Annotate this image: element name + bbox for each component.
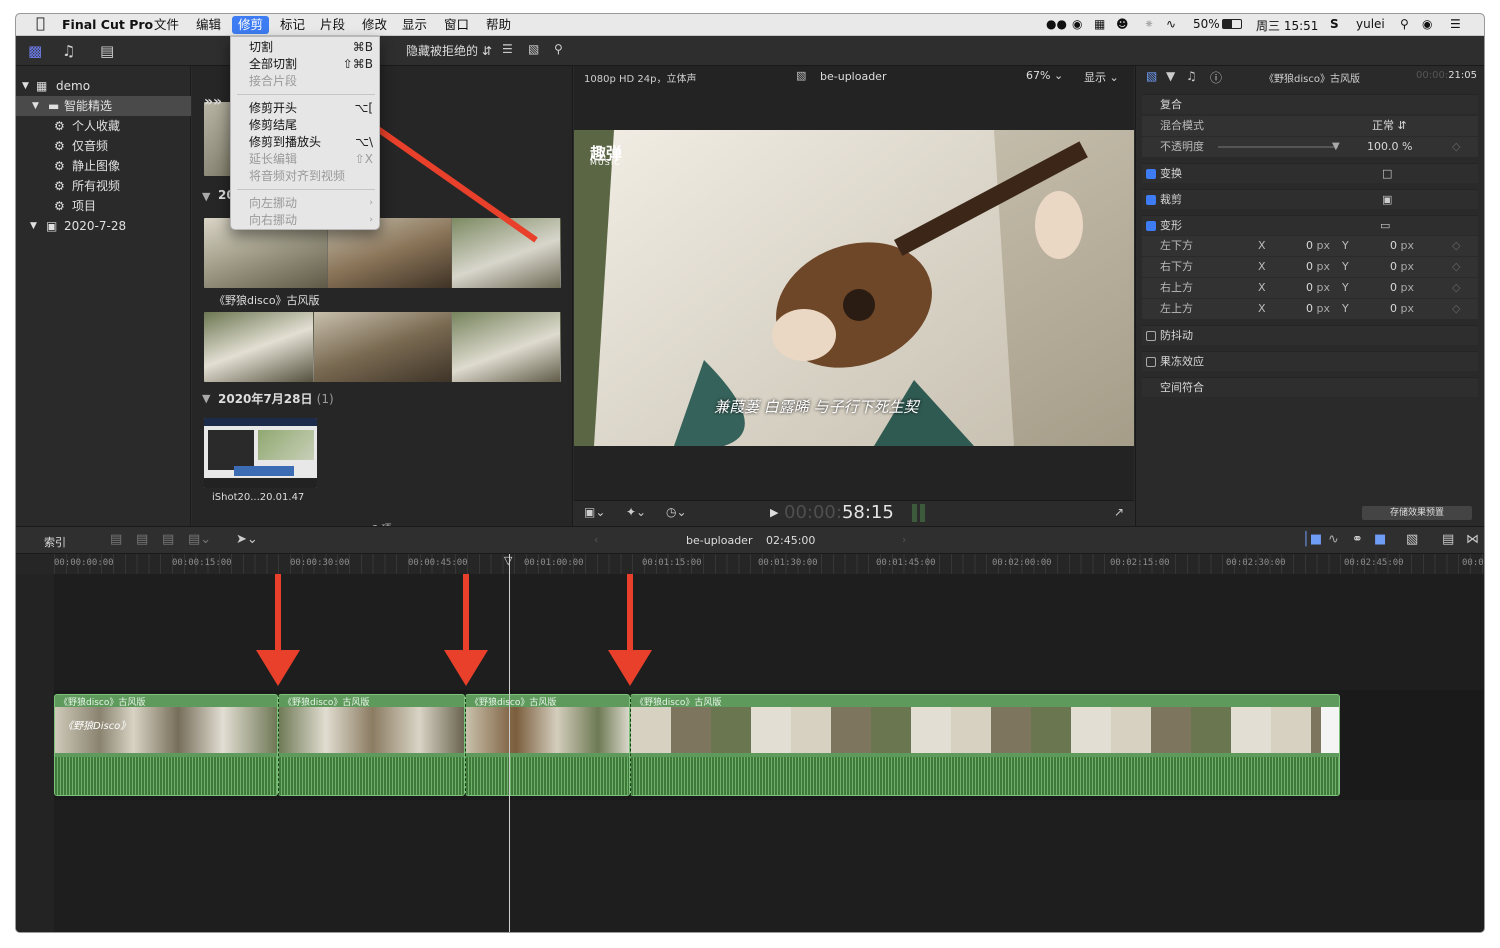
trim-menu-dropdown: 切割 ⌘B 全部切割 ⇧⌘B 接合片段 修剪开头 ⌥[ 修剪结尾 修剪到播放头 ⌥\ 延…	[230, 36, 380, 230]
menu-item-nudge-right[interactable]: 向右挪动 ›	[231, 212, 381, 229]
menu-item-trim-start[interactable]: 修剪开头 ⌥[	[231, 100, 381, 117]
menu-item-join-clips[interactable]: 接合片段	[231, 73, 381, 90]
menu-item-trim-to-playhead[interactable]: 修剪到播放头 ⌥\	[231, 134, 381, 151]
menu-item-align-audio[interactable]: 将音频对齐到视频	[231, 168, 381, 185]
menu-item-extend-edit[interactable]: 延长编辑 ⇧X	[231, 151, 381, 168]
menu-item-trim-end[interactable]: 修剪结尾	[231, 117, 381, 134]
menu-item-nudge-left[interactable]: 向左挪动 ›	[231, 195, 381, 212]
menu-item-blade-all[interactable]: 全部切割 ⇧⌘B	[231, 56, 381, 73]
fcp-window:  Final Cut Pro 文件 编辑 修剪 标记 片段 修改 显示 窗口 …	[16, 14, 1484, 932]
menu-item-blade[interactable]: 切割 ⌘B	[231, 39, 381, 56]
